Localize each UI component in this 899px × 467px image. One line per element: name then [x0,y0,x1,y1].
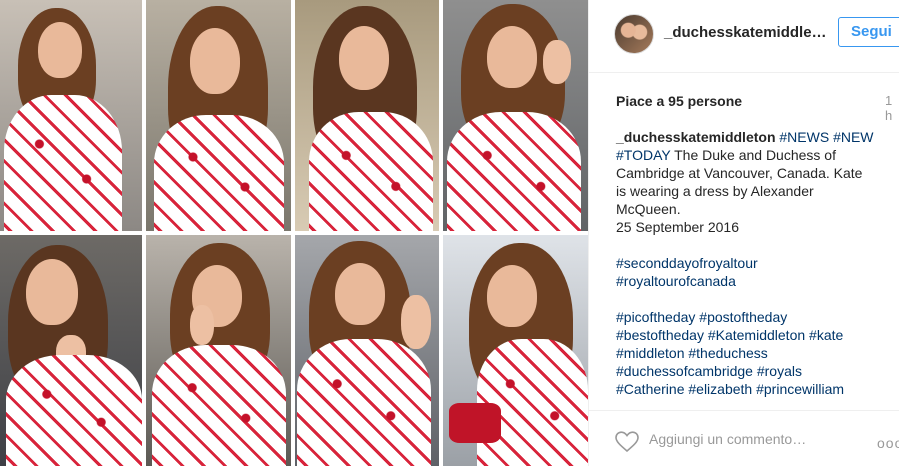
hashtag[interactable]: #seconddayofroyaltour [616,254,886,272]
hashtag[interactable]: #NEWS #NEW [779,129,873,145]
hashtag[interactable]: #bestoftheday #Katemiddleton #kate [616,326,886,344]
caption-text: McQueen. [616,201,681,217]
photo-tile-5 [0,235,142,466]
heart-icon[interactable] [614,431,640,453]
post-time[interactable]: 1 h [885,93,899,123]
post-caption: _duchesskatemiddleton #NEWS #NEW #TODAY … [616,128,886,398]
photo-tile-7 [295,235,439,466]
hashtag[interactable]: #Catherine #elizabeth #princewilliam [616,380,886,398]
post-image[interactable] [0,0,588,466]
comment-input[interactable]: Aggiungi un commento… [649,431,806,447]
photo-tile-3 [295,0,439,231]
follow-button[interactable]: Segui [838,17,899,47]
post-header: _duchesskatemiddle… Segui [589,0,899,73]
hashtag[interactable]: #duchessofcambridge #royals [616,362,886,380]
comment-bar: Aggiungi un commento… ooo [589,410,899,467]
hashtag[interactable]: #TODAY [616,147,670,163]
post-details-panel: _duchesskatemiddle… Segui Piace a 95 per… [588,0,899,466]
photo-tile-1 [0,0,142,231]
post-username[interactable]: _duchesskatemiddle… [664,24,827,41]
photo-tile-8 [443,235,588,466]
photo-tile-6 [146,235,291,466]
caption-text: Cambridge at Vancouver, Canada. Kate [616,165,863,181]
caption-text: The Duke and Duchess of [674,147,836,163]
more-options-icon[interactable]: ooo [877,435,899,451]
hashtag[interactable]: #royaltourofcanada [616,272,886,290]
caption-username[interactable]: _duchesskatemiddleton [616,129,776,145]
hashtag[interactable]: #picoftheday #postoftheday [616,308,886,326]
profile-avatar[interactable] [614,14,654,54]
caption-text: is wearing a dress by Alexander [616,183,814,199]
photo-tile-4 [443,0,588,231]
photo-tile-2 [146,0,291,231]
likes-count[interactable]: Piace a 95 persone [616,93,742,109]
caption-date: 25 September 2016 [616,219,739,235]
hashtag[interactable]: #middleton #theduchess [616,344,886,362]
